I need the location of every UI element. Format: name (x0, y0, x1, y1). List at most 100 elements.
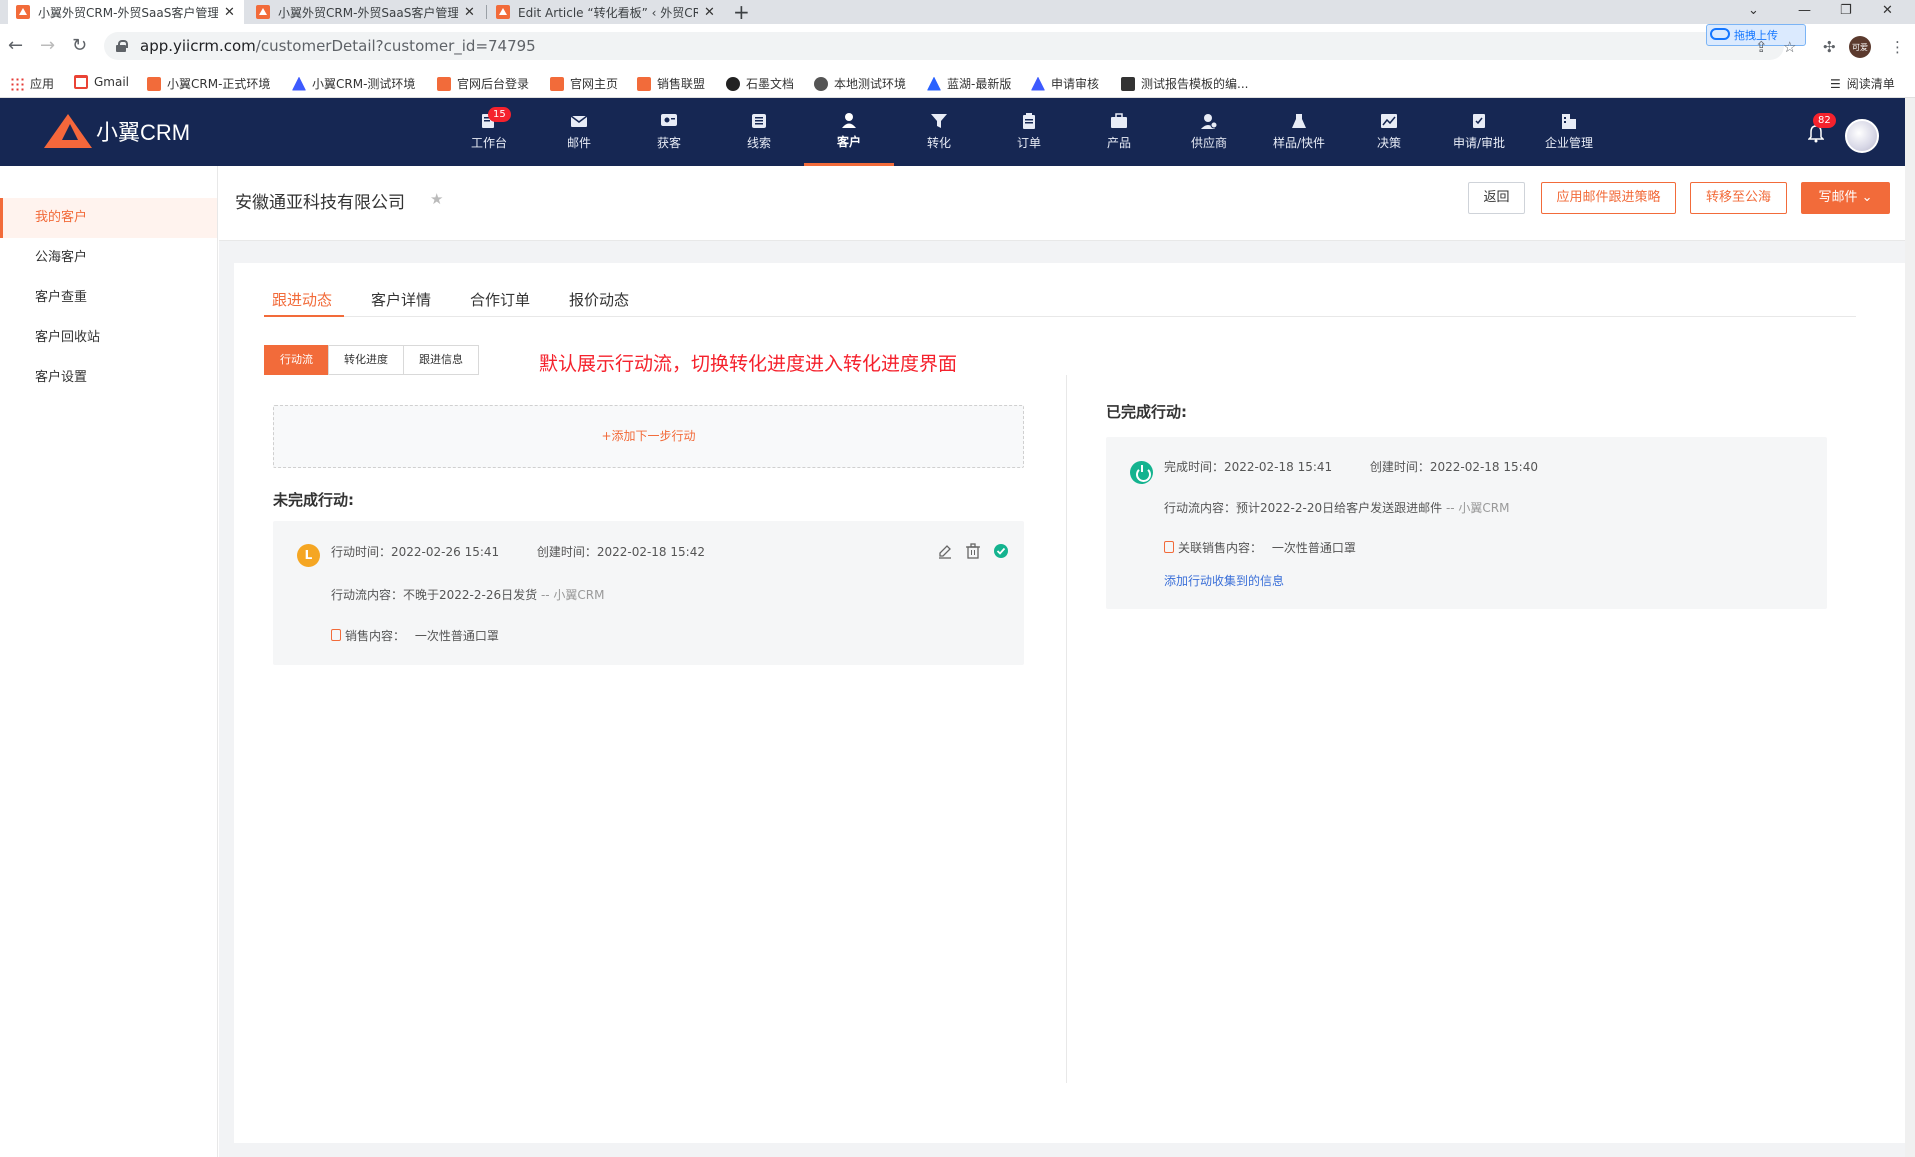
bookmark-item[interactable]: 小翼CRM-测试环境 (292, 75, 415, 92)
chevron-down-icon: ⌄ (1861, 190, 1873, 205)
content-value: 不晚于2022-2-26日发货 (403, 588, 538, 602)
close-tab-icon[interactable]: ✕ (224, 5, 235, 20)
bookmark-item[interactable]: 小翼CRM-正式环境 (147, 75, 270, 92)
browser-menu-icon[interactable]: ⋮ (1890, 38, 1905, 56)
sidebar-item-recycle-bin[interactable]: 客户回收站 (0, 318, 217, 358)
nav-conversion[interactable]: 转化 (894, 98, 984, 166)
annotation-note: 默认展示行动流，切换转化进度进入转化进度界面 (539, 353, 958, 375)
bookmark-item[interactable]: 本地测试环境 (814, 75, 906, 92)
nav-order[interactable]: 订单 (984, 98, 1074, 166)
segment-action-flow[interactable]: 行动流 (264, 345, 329, 375)
bookmark-item[interactable]: Gmail (74, 75, 129, 89)
close-tab-icon[interactable]: ✕ (464, 5, 475, 20)
action-time-label: 行动时间： (331, 545, 392, 559)
triangle-icon (1031, 76, 1045, 91)
delete-icon[interactable] (965, 543, 981, 559)
nav-leads[interactable]: 线索 (714, 98, 804, 166)
nav-customer[interactable]: 客户 (804, 98, 894, 166)
bookmark-label: 销售联盟 (657, 77, 706, 91)
app-logo[interactable]: 小翼CRM (44, 114, 190, 148)
content-value: 预计2022-2-20日给客户发送跟进邮件 (1236, 501, 1443, 515)
user-avatar[interactable] (1845, 119, 1879, 153)
assignee-initial: L (304, 548, 313, 562)
tab-search-icon[interactable]: ⌄ (1748, 0, 1759, 24)
sales-label: 销售内容： (345, 629, 406, 643)
enterprise-icon (1562, 114, 1576, 129)
window-close-icon[interactable]: ✕ (1882, 0, 1893, 24)
nav-acquire[interactable]: 获客 (624, 98, 714, 166)
nav-label: 决策 (1376, 136, 1401, 150)
sidebar-item-public-customers[interactable]: 公海客户 (0, 238, 217, 278)
write-email-button[interactable]: 写邮件 ⌄ (1801, 182, 1890, 214)
tab-quotes[interactable]: 报价动态 (569, 289, 629, 317)
xiaoyi-favicon-icon (496, 5, 510, 19)
extensions-icon[interactable]: ✣ (1823, 38, 1836, 56)
nav-workbench[interactable]: 工作台 15 (444, 98, 534, 166)
url-input[interactable]: app.yiicrm.com/customerDetail?customer_i… (104, 32, 1784, 60)
bookmark-label: 本地测试环境 (834, 77, 907, 91)
logo-icon (44, 114, 92, 148)
segment-conversion-progress[interactable]: 转化进度 (328, 345, 404, 375)
back-button-label: 返回 (1483, 190, 1510, 205)
action-time-value: 2022-02-26 15:41 (391, 545, 500, 559)
apply-email-strategy-button[interactable]: 应用邮件跟进策略 (1541, 182, 1676, 214)
add-collected-info-link[interactable]: 添加行动收集到的信息 (1164, 572, 1284, 589)
close-tab-icon[interactable]: ✕ (704, 5, 715, 20)
product-icon (1111, 113, 1127, 128)
nav-decision[interactable]: 决策 (1344, 98, 1434, 166)
segment-follow-info[interactable]: 跟进信息 (403, 345, 479, 375)
bookmark-star-icon[interactable]: ☆ (1783, 38, 1796, 56)
bookmark-item[interactable]: 销售联盟 (637, 75, 705, 92)
maximize-icon[interactable]: ❐ (1840, 0, 1852, 24)
forward-arrow-icon[interactable]: → (40, 34, 55, 58)
sidebar-item-my-customers[interactable]: 我的客户 (0, 198, 217, 238)
nav-supplier[interactable]: 供应商 (1164, 98, 1254, 166)
content-label: 行动流内容： (1164, 501, 1237, 515)
created-time-value: 2022-02-18 15:40 (1429, 460, 1538, 474)
tab-orders[interactable]: 合作订单 (470, 289, 530, 317)
profile-avatar[interactable]: 可爱 (1849, 36, 1871, 58)
back-arrow-icon[interactable]: ← (8, 34, 23, 58)
tab-customer-details[interactable]: 客户详情 (371, 289, 431, 317)
move-to-public-button[interactable]: 转移至公海 (1690, 182, 1787, 214)
bookmark-item[interactable]: 官网后台登录 (437, 75, 529, 92)
nav-mail[interactable]: 邮件 (534, 98, 624, 166)
tab-follow-up[interactable]: 跟进动态 (264, 289, 344, 317)
nav-label: 转化 (926, 136, 951, 150)
sidebar-item-settings[interactable]: 客户设置 (0, 358, 217, 398)
reading-list[interactable]: ☰ 阅读清单 (1830, 75, 1895, 92)
back-button[interactable]: 返回 (1468, 182, 1525, 214)
bookmark-item[interactable]: 官网主页 (550, 75, 618, 92)
add-next-action-button[interactable]: +添加下一步行动 (273, 405, 1024, 468)
browser-tab-3[interactable]: Edit Article “转化看板” ‹ 外贸CR ✕ (488, 0, 724, 24)
browser-tab-2[interactable]: 小翼外贸CRM-外贸SaaS客户管理 ✕ (248, 0, 484, 24)
bookmark-label: 蓝湖-最新版 (947, 77, 1012, 91)
bookmark-item[interactable]: 石墨文档 (726, 75, 794, 92)
nav-product[interactable]: 产品 (1074, 98, 1164, 166)
content-source: -- 小翼CRM (540, 588, 605, 602)
segment-label: 转化进度 (344, 353, 388, 366)
complete-check-icon[interactable] (993, 543, 1009, 559)
sidebar-item-duplicate-check[interactable]: 客户查重 (0, 278, 217, 318)
bookmark-item[interactable]: 蓝湖-最新版 (927, 75, 1011, 92)
created-time-label: 创建时间： (1369, 460, 1430, 474)
share-icon[interactable]: ⇪ (1755, 38, 1768, 56)
reload-icon[interactable]: ↻ (72, 34, 87, 58)
nav-sample[interactable]: 样品/快件 (1254, 98, 1344, 166)
nav-approval[interactable]: 申请/审批 (1434, 98, 1524, 166)
bookmark-item[interactable]: 应用 (10, 75, 54, 92)
nav-enterprise[interactable]: 企业管理 (1524, 98, 1614, 166)
edit-icon[interactable] (937, 543, 953, 559)
acquire-icon (661, 114, 677, 126)
related-sales-row: 关联销售内容： 一次性普通口罩 (1164, 539, 1356, 556)
bookmark-item[interactable]: 申请审核 (1031, 75, 1099, 92)
bookmark-item[interactable]: 测试报告模板的编... (1121, 75, 1248, 92)
minimize-icon[interactable]: — (1798, 0, 1811, 24)
nav-label: 产品 (1106, 136, 1131, 150)
favorite-star-icon[interactable]: ★ (430, 190, 443, 208)
page-scrollbar[interactable] (1905, 98, 1915, 1157)
new-tab-icon[interactable]: + (733, 0, 750, 24)
leads-icon (752, 114, 766, 128)
xiaoyi-favicon-icon (16, 5, 30, 19)
browser-tab-1[interactable]: 小翼外贸CRM-外贸SaaS客户管理 ✕ (8, 0, 244, 24)
